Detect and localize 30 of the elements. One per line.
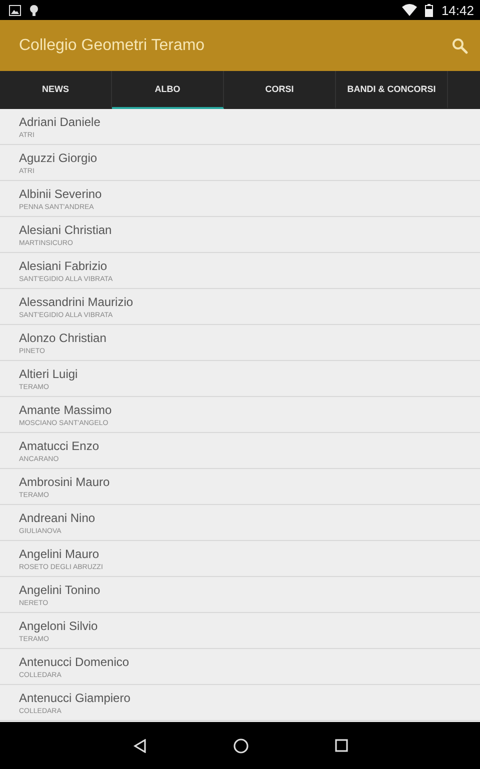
member-name: Angeloni Silvio: [19, 618, 99, 632]
member-name: Ambrosini Mauro: [19, 474, 111, 488]
member-name: Alonzo Christian: [19, 330, 108, 344]
image-icon: [9, 4, 21, 16]
member-name: Amante Massimo: [19, 402, 113, 416]
tab[interactable]: CORSI: [224, 71, 336, 109]
app-title: Collegio Geometri Teramo: [19, 36, 205, 54]
member-name: Angelini Tonino: [19, 582, 102, 596]
member-name: Antenucci Giampiero: [19, 690, 132, 704]
recents-icon[interactable]: [334, 739, 348, 752]
member-name: Antenucci Domenico: [19, 654, 130, 668]
home-icon[interactable]: [232, 738, 248, 754]
member-name: Alesiani Christian: [19, 222, 113, 236]
battery-icon: [425, 4, 434, 16]
member-name: Angelini Mauro: [19, 546, 100, 560]
member-name: Aguzzi Giorgio: [19, 150, 98, 164]
member-name: Alessandrini Maurizio: [19, 294, 134, 308]
member-name: Altieri Luigi: [19, 366, 79, 380]
wifi-icon: [402, 4, 418, 16]
member-name: Adriani Daniele: [19, 114, 102, 128]
member-name: Amatucci Enzo: [19, 438, 100, 452]
tab[interactable]: ALBO: [112, 71, 224, 109]
bulb-icon: [29, 4, 39, 16]
back-icon[interactable]: [132, 738, 146, 752]
member-name: Andreani Nino: [19, 510, 96, 524]
clock-time: 14:42: [441, 2, 474, 18]
member-name: Albinii Severino: [19, 186, 103, 200]
member-name: Alesiani Fabrizio: [19, 258, 108, 272]
tab[interactable]: BANDI & CONCORSI: [336, 71, 448, 109]
tab[interactable]: NEWS: [0, 71, 112, 109]
